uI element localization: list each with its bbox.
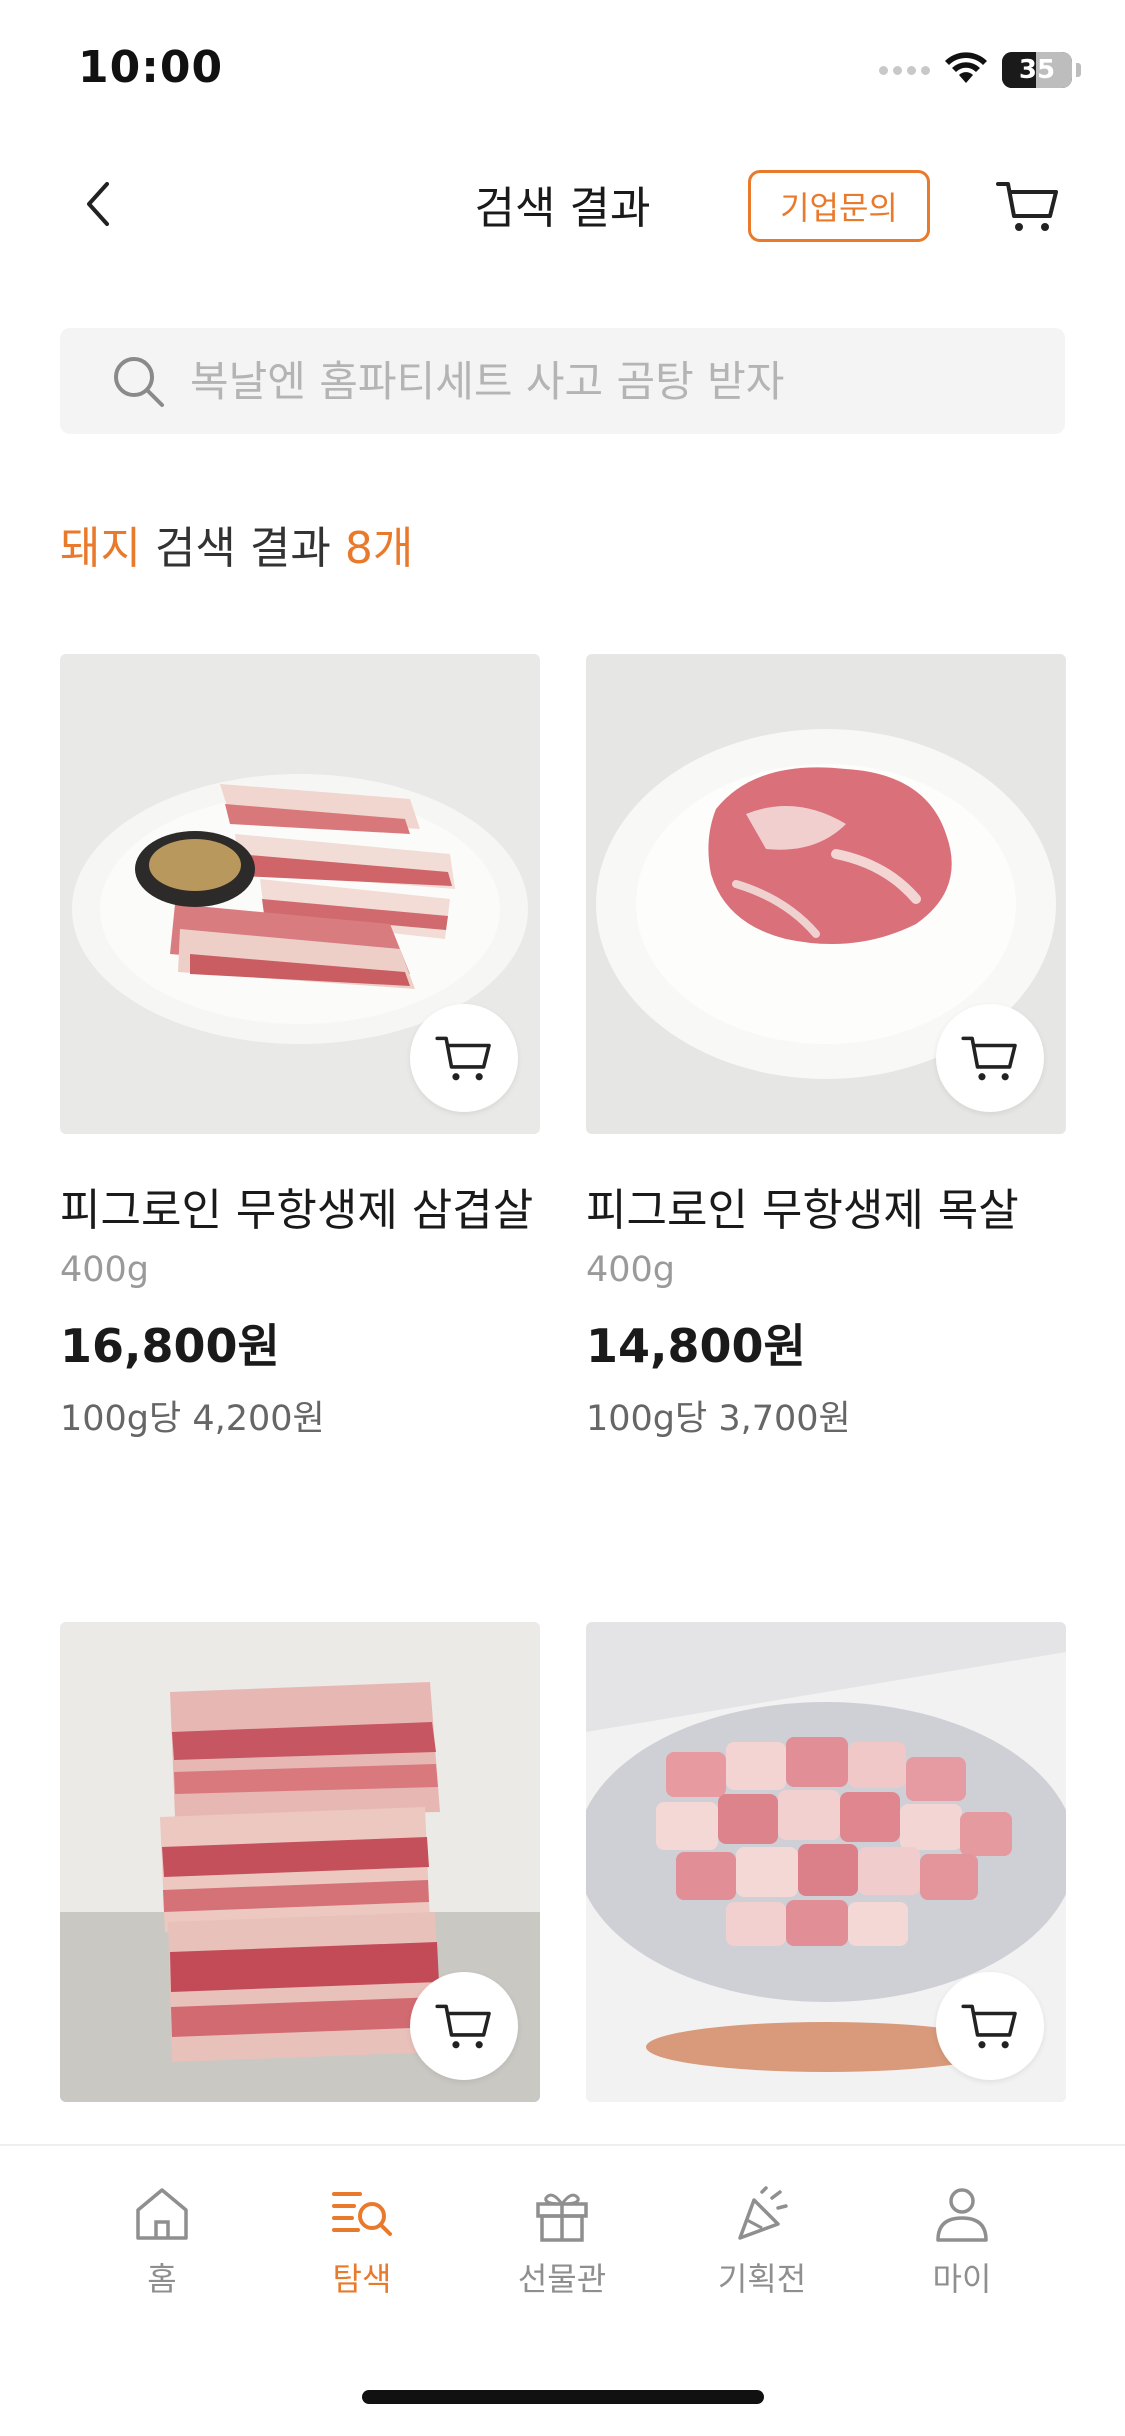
product-price: 16,800원: [60, 1319, 280, 1373]
result-label: 검색 결과: [140, 523, 345, 574]
product-unit-price: 100g당 3,700원: [586, 1399, 851, 1439]
battery-level: 35: [1018, 55, 1056, 85]
gift-icon: [530, 2182, 594, 2246]
home-indicator: [362, 2390, 764, 2404]
cellular-signal-icon: [879, 65, 930, 75]
product-image[interactable]: [60, 1622, 540, 2102]
product-weight: 400g: [60, 1250, 150, 1290]
business-inquiry-button[interactable]: 기업문의: [748, 170, 930, 242]
product-card[interactable]: 피그로인 무항생제 삼겹살 400g 16,800원 100g당 4,200원: [60, 654, 540, 1441]
add-to-cart-button[interactable]: [410, 1004, 518, 1112]
tab-special[interactable]: 기획전: [682, 2182, 842, 2300]
tab-label: 홈: [147, 2260, 177, 2298]
status-time: 10:00: [78, 42, 224, 93]
home-icon: [130, 2182, 194, 2246]
tab-label: 마이: [932, 2260, 992, 2298]
add-to-cart-button[interactable]: [936, 1004, 1044, 1112]
cart-icon: [996, 182, 1058, 231]
cart-icon: [961, 2004, 1017, 2049]
tab-my[interactable]: 마이: [882, 2182, 1042, 2300]
search-keyword: 돼지: [60, 523, 141, 574]
tab-label: 기획전: [717, 2260, 807, 2298]
party-icon: [730, 2182, 794, 2246]
result-count: 돼지 검색 결과 8개: [60, 512, 413, 576]
app-header: 검색 결과 기업문의: [0, 150, 1125, 260]
person-icon: [930, 2182, 994, 2246]
product-card[interactable]: [60, 1622, 540, 2102]
product-unit-price: 100g당 4,200원: [60, 1399, 325, 1439]
result-count-value: 8개: [344, 523, 414, 574]
search-input[interactable]: [190, 356, 1030, 406]
cart-icon: [961, 1036, 1017, 1081]
cart-button[interactable]: [990, 170, 1066, 242]
page-title: 검색 결과: [474, 183, 651, 234]
product-name[interactable]: 피그로인 무항생제 삼겹살: [60, 1174, 540, 1248]
cart-icon: [435, 1036, 491, 1081]
product-weight: 400g: [586, 1250, 676, 1290]
status-bar: 10:00 35: [0, 0, 1125, 140]
explore-icon: [330, 2182, 394, 2246]
product-card[interactable]: [586, 1622, 1066, 2102]
add-to-cart-button[interactable]: [410, 1972, 518, 2080]
product-image[interactable]: [586, 654, 1066, 1134]
product-price: 14,800원: [586, 1319, 806, 1373]
battery-icon: 35: [1002, 52, 1072, 88]
cart-icon: [435, 2004, 491, 2049]
tab-label: 선물관: [517, 2260, 607, 2298]
search-icon: [108, 351, 168, 411]
product-card[interactable]: 피그로인 무항생제 목살 400g 14,800원 100g당 3,700원: [586, 654, 1066, 1441]
tab-explore[interactable]: 탐색: [282, 2182, 442, 2300]
battery-cap: [1076, 63, 1081, 77]
product-image[interactable]: [60, 654, 540, 1134]
wifi-icon: [944, 51, 988, 89]
tab-gift[interactable]: 선물관: [482, 2182, 642, 2300]
add-to-cart-button[interactable]: [936, 1972, 1044, 2080]
status-indicators: 35: [879, 50, 1081, 90]
tab-label: 탐색: [332, 2260, 392, 2298]
tab-home[interactable]: 홈: [82, 2182, 242, 2300]
search-bar[interactable]: [60, 328, 1065, 434]
product-name[interactable]: 피그로인 무항생제 목살: [586, 1174, 1066, 1248]
product-image[interactable]: [586, 1622, 1066, 2102]
